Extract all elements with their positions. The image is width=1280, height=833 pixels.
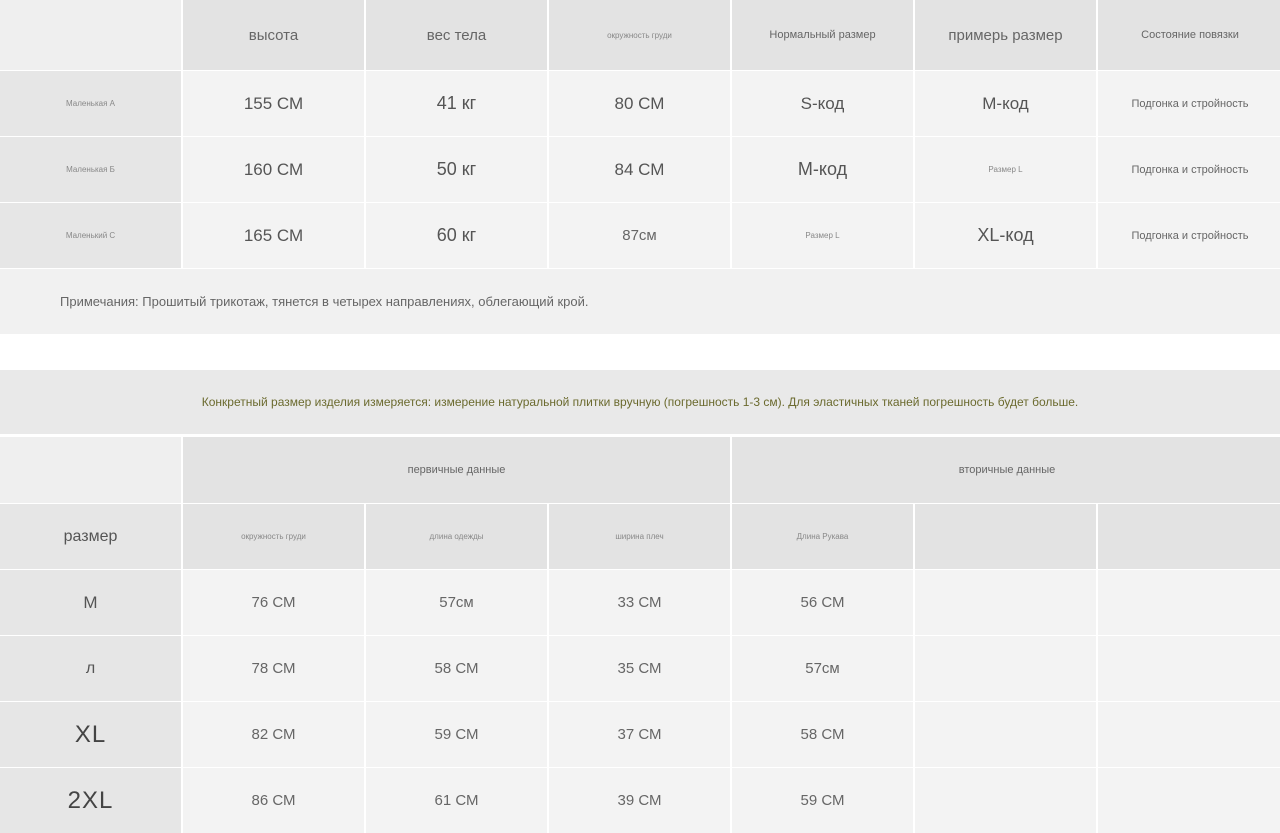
cell-try-size: XL-код xyxy=(915,203,1096,268)
cell-empty xyxy=(915,768,1096,833)
cell-height: 155 СМ xyxy=(183,71,364,136)
cell-garment-length: 59 СМ xyxy=(366,702,547,767)
cell-sleeve-length: 59 СМ xyxy=(732,768,913,833)
header-weight: вес тела xyxy=(366,0,547,70)
size-label: л xyxy=(0,636,181,701)
cell-shoulder-width: 39 СМ xyxy=(549,768,730,833)
cell-fit-state: Подгонка и стройность xyxy=(1098,203,1280,268)
cell-empty xyxy=(915,702,1096,767)
group-header-primary: первичные данные xyxy=(183,437,730,503)
cell-weight: 50 кг xyxy=(366,137,547,202)
header-empty xyxy=(1098,504,1280,569)
cell-fit-state: Подгонка и стройность xyxy=(1098,137,1280,202)
cell-sleeve-length: 58 СМ xyxy=(732,702,913,767)
cell-try-size: М-код xyxy=(915,71,1096,136)
cell-garment-length: 61 СМ xyxy=(366,768,547,833)
header-normal-size: Нормальный размер xyxy=(732,0,913,70)
header-empty xyxy=(915,504,1096,569)
row-label: Маленькая А xyxy=(0,71,181,136)
cell-shoulder-width: 37 СМ xyxy=(549,702,730,767)
cell-empty xyxy=(915,570,1096,635)
cell-sleeve-length: 56 СМ xyxy=(732,570,913,635)
cell-normal-size: S-код xyxy=(732,71,913,136)
cell-try-size: Размер L xyxy=(915,137,1096,202)
cell-sleeve-length: 57см xyxy=(732,636,913,701)
cell-shoulder-width: 35 СМ xyxy=(549,636,730,701)
cell-chest: 80 СМ xyxy=(549,71,730,136)
cell-chest: 86 СМ xyxy=(183,768,364,833)
header-garment-length: длина одежды xyxy=(366,504,547,569)
size-label: 2XL xyxy=(0,768,181,833)
cell-chest: 87см xyxy=(549,203,730,268)
size-label: XL xyxy=(0,702,181,767)
header-shoulder-width: ширина плеч xyxy=(549,504,730,569)
header-fit-state: Состояние повязки xyxy=(1098,0,1280,70)
cell-chest: 84 СМ xyxy=(549,137,730,202)
cell-height: 165 СМ xyxy=(183,203,364,268)
size-column-header: размер xyxy=(0,504,181,569)
cell-empty xyxy=(1098,702,1280,767)
cell-weight: 41 кг xyxy=(366,71,547,136)
cell-height: 160 СМ xyxy=(183,137,364,202)
measurement-notice-banner: Конкретный размер изделия измеряется: из… xyxy=(0,370,1280,434)
size-label: М xyxy=(0,570,181,635)
cell-shoulder-width: 33 СМ xyxy=(549,570,730,635)
cell-chest: 82 СМ xyxy=(183,702,364,767)
cell-normal-size: М-код xyxy=(732,137,913,202)
row-label: Маленький С xyxy=(0,203,181,268)
row-label: Маленькая Б xyxy=(0,137,181,202)
section-spacer xyxy=(0,336,1280,370)
header-chest: окружность груди xyxy=(183,504,364,569)
cell-empty xyxy=(1098,768,1280,833)
size-table-garment-measurements: первичные данные вторичные данные размер… xyxy=(0,437,1280,833)
cell-chest: 78 СМ xyxy=(183,636,364,701)
cell-garment-length: 58 СМ xyxy=(366,636,547,701)
header-sleeve-length: Длина Рукава xyxy=(732,504,913,569)
table1-note: Примечания: Прошитый трикотаж, тянется в… xyxy=(0,269,1280,334)
header-chest: окружность груди xyxy=(549,0,730,70)
cell-fit-state: Подгонка и стройность xyxy=(1098,71,1280,136)
table2-corner-cell xyxy=(0,437,181,503)
table1-corner-cell xyxy=(0,0,181,70)
cell-empty xyxy=(1098,570,1280,635)
size-table-body-params: высота вес тела окружность груди Нормаль… xyxy=(0,0,1280,336)
group-header-secondary: вторичные данные xyxy=(732,437,1280,503)
header-try-size: примерь размер xyxy=(915,0,1096,70)
header-height: высота xyxy=(183,0,364,70)
cell-chest: 76 СМ xyxy=(183,570,364,635)
cell-empty xyxy=(1098,636,1280,701)
cell-normal-size: Размер L xyxy=(732,203,913,268)
cell-weight: 60 кг xyxy=(366,203,547,268)
cell-empty xyxy=(915,636,1096,701)
cell-garment-length: 57см xyxy=(366,570,547,635)
